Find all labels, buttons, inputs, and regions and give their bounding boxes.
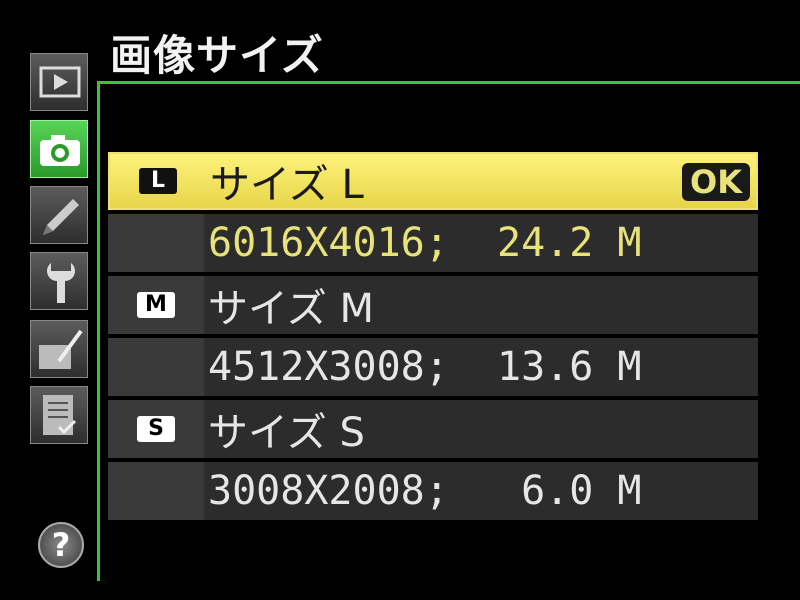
page-title: 画像サイズ — [110, 31, 324, 80]
wrench-icon — [47, 263, 75, 303]
option-label: サイズ S — [208, 410, 365, 456]
retouch-brush-icon — [39, 329, 83, 369]
tab-custom-settings-menu[interactable] — [30, 186, 88, 244]
ok-button[interactable]: OK — [682, 163, 750, 201]
option-detail-s: 3008X2008; 6.0 M — [108, 462, 758, 520]
tab-setup-menu[interactable] — [30, 252, 88, 310]
option-label: サイズ M — [208, 286, 375, 332]
option-label: サイズ L — [210, 162, 364, 208]
checklist-icon — [43, 395, 77, 435]
pencil-icon — [43, 199, 79, 235]
option-detail-l: 6016X4016; 24.2 M — [108, 214, 758, 272]
help-button[interactable]: ? — [38, 522, 84, 568]
option-size-s[interactable]: S サイズ S — [108, 400, 758, 458]
option-detail: 6016X4016; 24.2 M — [208, 220, 642, 266]
camera-icon — [40, 135, 80, 166]
menu-frame-left — [97, 81, 100, 581]
menu-frame-top — [97, 81, 800, 84]
tab-playback-menu[interactable] — [30, 53, 88, 111]
option-detail: 3008X2008; 6.0 M — [208, 468, 642, 514]
tab-retouch-menu[interactable] — [30, 320, 88, 378]
tab-my-menu[interactable] — [30, 386, 88, 444]
option-size-m[interactable]: M サイズ M — [108, 276, 758, 334]
tab-shooting-menu[interactable] — [30, 120, 88, 178]
play-icon — [39, 66, 81, 98]
option-detail: 4512X3008; 13.6 M — [208, 344, 642, 390]
option-size-l[interactable]: L サイズ L OK — [108, 152, 758, 210]
option-detail-m: 4512X3008; 13.6 M — [108, 338, 758, 396]
menu-tab-bar — [30, 0, 90, 600]
